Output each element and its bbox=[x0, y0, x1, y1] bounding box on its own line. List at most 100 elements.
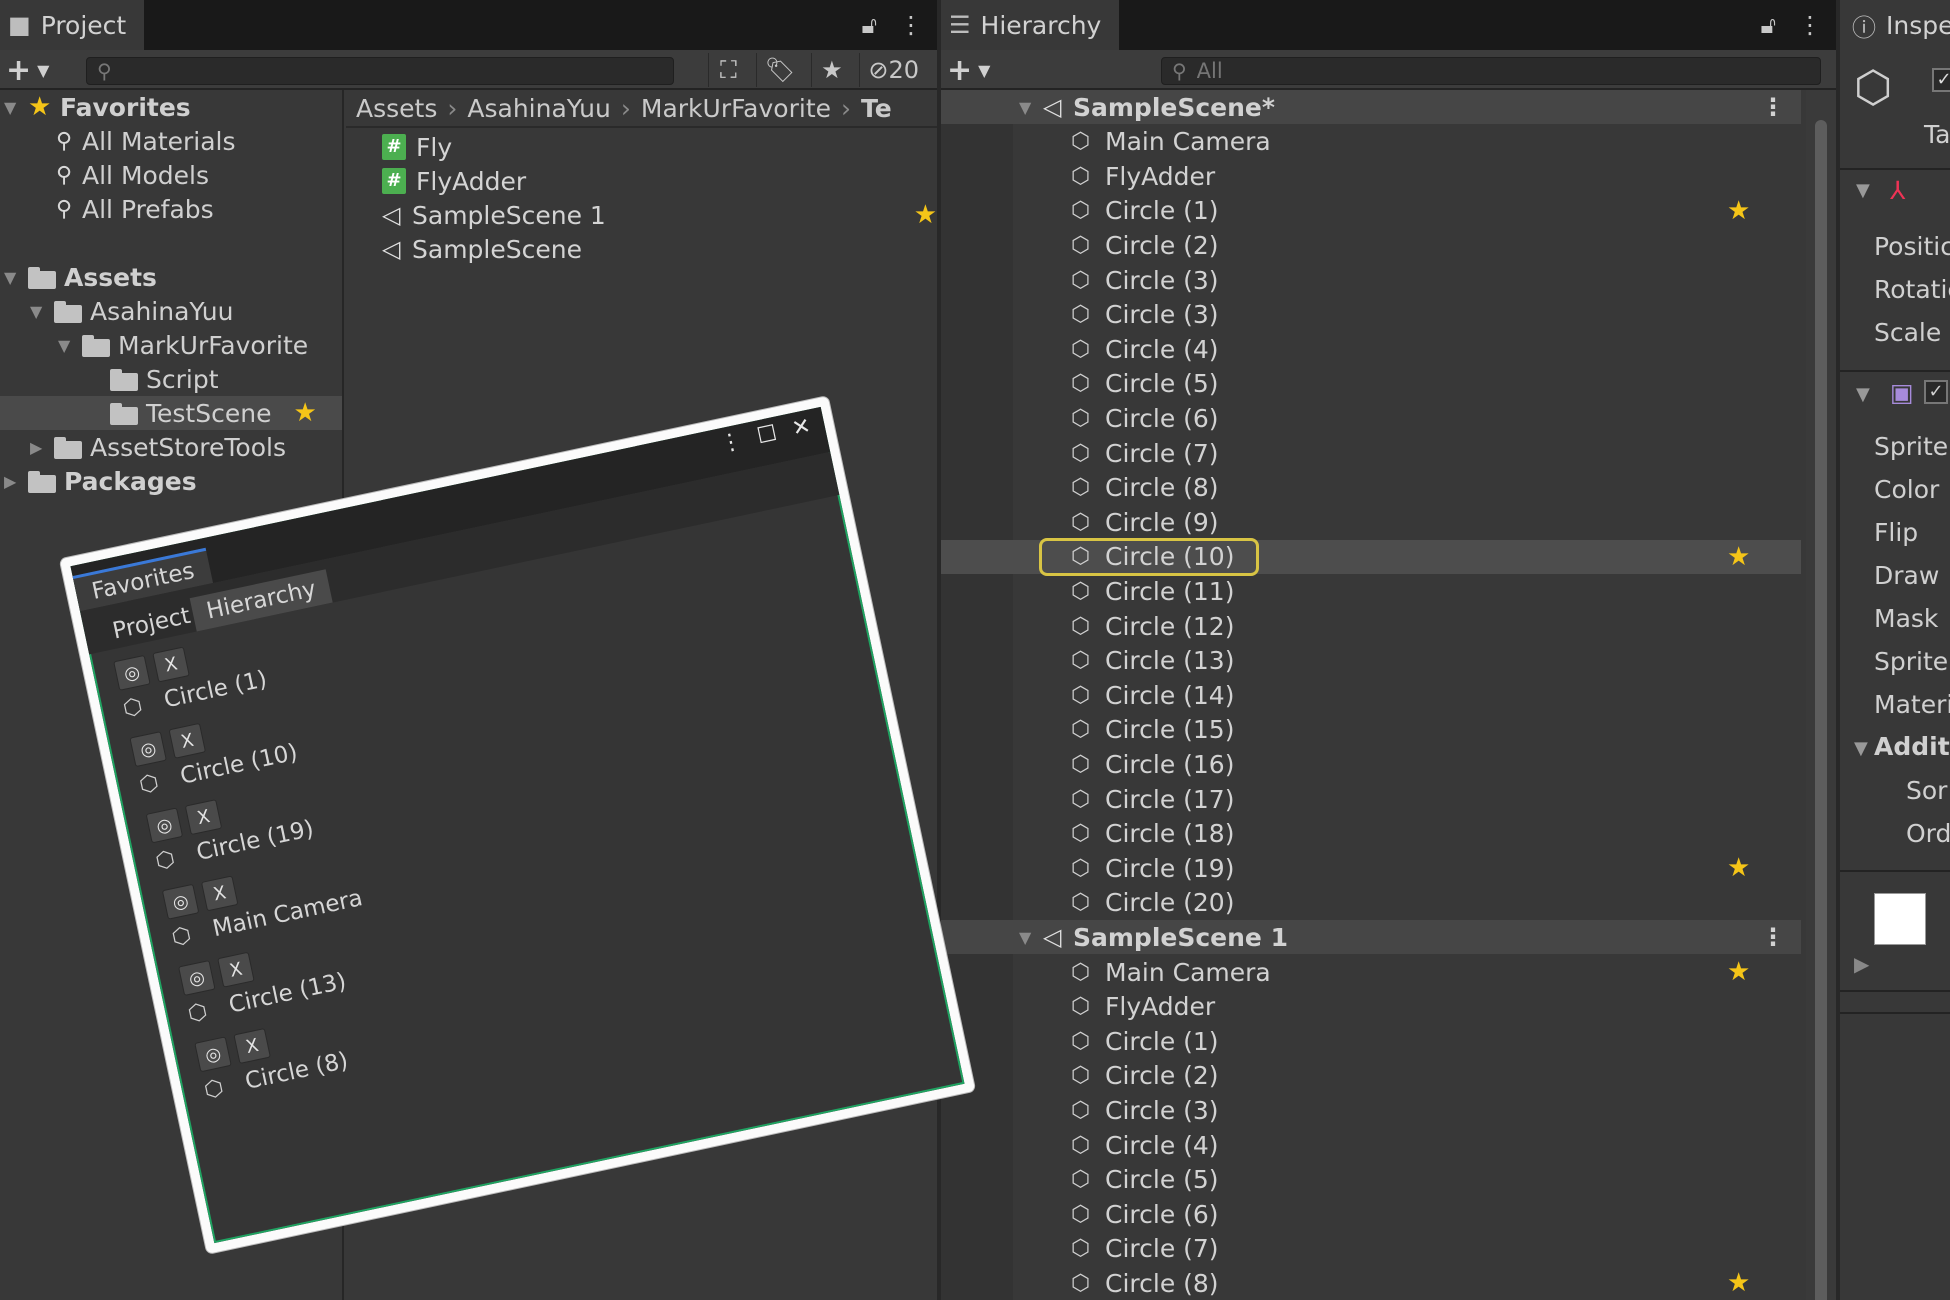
hierarchy-item[interactable]: ⬡ FlyAdder bbox=[941, 990, 1801, 1024]
scene-header[interactable]: ▼ ◁ SampleScene* ⋮ bbox=[941, 90, 1801, 124]
chevron-down-icon[interactable]: ▼ bbox=[1856, 384, 1870, 405]
hierarchy-item[interactable]: ⬡ Circle (8) ★ bbox=[941, 1266, 1801, 1300]
tree-packages[interactable]: ▶ Packages bbox=[4, 464, 197, 498]
star-icon[interactable]: ★ bbox=[1727, 851, 1750, 885]
hierarchy-item[interactable]: ⬡ Circle (4) bbox=[941, 332, 1801, 366]
active-checkbox[interactable]: ✓ bbox=[1932, 68, 1950, 92]
create-button[interactable]: + ▼ bbox=[6, 50, 49, 90]
hierarchy-item[interactable]: ⬡ Circle (13) bbox=[941, 644, 1801, 678]
component-enabled-checkbox[interactable]: ✓ bbox=[1924, 380, 1948, 404]
remove-favorite-button[interactable]: X bbox=[233, 1028, 271, 1064]
filter-by-label-icon[interactable]: 🏷︎ bbox=[755, 53, 803, 87]
tree-markurfavorite[interactable]: ▼ MarkUrFavorite bbox=[58, 328, 308, 362]
ping-button[interactable]: ◎ bbox=[129, 731, 167, 768]
file-item-samplescene[interactable]: ◁ SampleScene bbox=[382, 232, 582, 266]
breadcrumb-assets[interactable]: Assets bbox=[356, 94, 437, 123]
scene-header[interactable]: ▼ ◁ SampleScene 1 ⋮ bbox=[941, 920, 1801, 955]
hierarchy-item[interactable]: ⬡ Circle (12) bbox=[941, 609, 1801, 643]
remove-favorite-button[interactable]: X bbox=[217, 951, 255, 988]
star-icon[interactable]: ★ bbox=[1727, 194, 1750, 228]
hierarchy-item[interactable]: ⬡ Circle (11) bbox=[941, 574, 1801, 608]
hierarchy-item[interactable]: ⬡ Main Camera bbox=[941, 125, 1801, 159]
tab-inspector[interactable]: ⓘ Inspe bbox=[1840, 0, 1950, 50]
hierarchy-item[interactable]: ⬡ Circle (10) ★ bbox=[941, 537, 1801, 576]
breadcrumb-asahinayuu[interactable]: AsahinaYuu bbox=[467, 94, 611, 123]
hierarchy-search[interactable]: ⚲ bbox=[1161, 57, 1821, 85]
chevron-right-icon[interactable]: ▶ bbox=[4, 472, 28, 491]
tree-assets[interactable]: ▼ Assets bbox=[4, 260, 157, 294]
hierarchy-item[interactable]: ⬡ Circle (9) bbox=[941, 505, 1801, 539]
chevron-down-icon[interactable]: ▼ bbox=[4, 268, 28, 287]
lock-icon[interactable]: 🔓︎ bbox=[861, 11, 877, 39]
hierarchy-item[interactable]: ⬡ Circle (18) bbox=[941, 817, 1801, 851]
tab-hierarchy[interactable]: ☰ Hierarchy bbox=[941, 0, 1120, 50]
more-menu-icon[interactable]: ⋮ bbox=[1761, 90, 1785, 124]
chevron-right-icon[interactable]: ▶ bbox=[30, 438, 54, 457]
more-menu-icon[interactable]: ⋮ bbox=[899, 11, 923, 39]
hierarchy-item[interactable]: ⬡ Circle (3) bbox=[941, 1093, 1801, 1127]
chevron-down-icon[interactable]: ▼ bbox=[1019, 98, 1043, 117]
hierarchy-item[interactable]: ⬡ Circle (5) bbox=[941, 1163, 1801, 1197]
more-menu-icon[interactable]: ⋮ bbox=[718, 428, 745, 457]
remove-favorite-button[interactable]: X bbox=[184, 799, 223, 836]
hierarchy-item[interactable]: ⬡ Circle (2) bbox=[941, 1059, 1801, 1093]
tab-project[interactable]: ■ Project bbox=[0, 0, 145, 50]
scrollbar-thumb[interactable] bbox=[1815, 120, 1827, 1300]
file-item-samplescene-1[interactable]: ◁ SampleScene 1 ★ bbox=[382, 198, 937, 232]
hierarchy-item[interactable]: ⬡ Circle (17) bbox=[941, 782, 1801, 816]
more-menu-icon[interactable]: ⋮ bbox=[1761, 920, 1785, 954]
chevron-down-icon[interactable]: ▼ bbox=[1856, 180, 1870, 201]
tree-all-models[interactable]: ⚲ All Models bbox=[56, 158, 209, 192]
star-icon[interactable]: ★ bbox=[1727, 540, 1750, 574]
hierarchy-search-input[interactable] bbox=[1196, 59, 1780, 83]
ping-button[interactable]: ◎ bbox=[113, 654, 151, 691]
hierarchy-item[interactable]: ⬡ Circle (6) bbox=[941, 1197, 1801, 1231]
close-icon[interactable]: ✕ bbox=[790, 414, 813, 442]
hierarchy-item[interactable]: ⬡ Circle (2) bbox=[941, 228, 1801, 262]
hierarchy-item[interactable]: ⬡ Circle (7) bbox=[941, 436, 1801, 470]
material-preview-swatch[interactable] bbox=[1874, 893, 1926, 945]
hierarchy-scrollbar[interactable] bbox=[1806, 90, 1836, 1300]
remove-favorite-button[interactable]: X bbox=[152, 646, 190, 683]
file-item-flyadder[interactable]: # FlyAdder bbox=[382, 164, 526, 198]
tree-favorites[interactable]: ▼ ★ Favorites bbox=[4, 90, 191, 124]
hierarchy-item[interactable]: ⬡ Circle (6) bbox=[941, 401, 1801, 435]
hierarchy-item[interactable]: ⬡ Circle (15) bbox=[941, 713, 1801, 747]
remove-favorite-button[interactable]: X bbox=[168, 722, 207, 759]
ping-button[interactable]: ◎ bbox=[194, 1036, 232, 1073]
hierarchy-item[interactable]: ⬡ Circle (8) bbox=[941, 471, 1801, 505]
tree-testscene[interactable]: TestScene ★ bbox=[0, 396, 342, 430]
project-search-input[interactable] bbox=[121, 59, 641, 83]
hierarchy-item[interactable]: ⬡ Circle (3) bbox=[941, 263, 1801, 297]
chevron-down-icon[interactable]: ▼ bbox=[1019, 928, 1043, 947]
tree-assetstoretools[interactable]: ▶ AssetStoreTools bbox=[30, 430, 286, 464]
hierarchy-item[interactable]: ⬡ Circle (3) bbox=[941, 298, 1801, 332]
hidden-packages-button[interactable]: ⊘ 20 bbox=[859, 53, 927, 87]
lock-icon[interactable]: 🔓︎ bbox=[1760, 11, 1776, 39]
maximize-icon[interactable]: ☐ bbox=[755, 421, 780, 450]
hierarchy-item[interactable]: ⬡ Circle (19) ★ bbox=[941, 851, 1801, 885]
hierarchy-item[interactable]: ⬡ Circle (7) bbox=[941, 1232, 1801, 1266]
hierarchy-item[interactable]: ⬡ Circle (1) bbox=[941, 1024, 1801, 1058]
hierarchy-item[interactable]: ⬡ Main Camera ★ bbox=[941, 955, 1801, 989]
chevron-right-icon[interactable]: ▶ bbox=[1854, 952, 1869, 976]
more-menu-icon[interactable]: ⋮ bbox=[1798, 11, 1822, 39]
star-icon[interactable]: ★ bbox=[1727, 1266, 1750, 1300]
tree-asahinayuu[interactable]: ▼ AsahinaYuu bbox=[30, 294, 234, 328]
hierarchy-item[interactable]: ⬡ Circle (16) bbox=[941, 747, 1801, 781]
remove-favorite-button[interactable]: X bbox=[200, 875, 239, 912]
create-button[interactable]: + ▼ bbox=[947, 50, 990, 90]
chevron-down-icon[interactable]: ▼ bbox=[30, 302, 54, 321]
ping-button[interactable]: ◎ bbox=[178, 960, 216, 997]
tree-script[interactable]: Script bbox=[110, 362, 219, 396]
file-item-fly[interactable]: # Fly bbox=[382, 130, 452, 164]
hierarchy-item[interactable]: ⬡ Circle (20) bbox=[941, 886, 1801, 920]
ping-button[interactable]: ◎ bbox=[161, 883, 200, 920]
breadcrumb-markurfavorite[interactable]: MarkUrFavorite bbox=[641, 94, 831, 123]
hierarchy-item[interactable]: ⬡ Circle (4) bbox=[941, 1128, 1801, 1162]
breadcrumb-testscene[interactable]: Te bbox=[861, 94, 892, 123]
project-search[interactable]: ⚲ bbox=[86, 57, 674, 85]
hierarchy-item[interactable]: ⬡ Circle (14) bbox=[941, 678, 1801, 712]
chevron-down-icon[interactable]: ▼ bbox=[1854, 738, 1868, 759]
chevron-down-icon[interactable]: ▼ bbox=[58, 336, 82, 355]
